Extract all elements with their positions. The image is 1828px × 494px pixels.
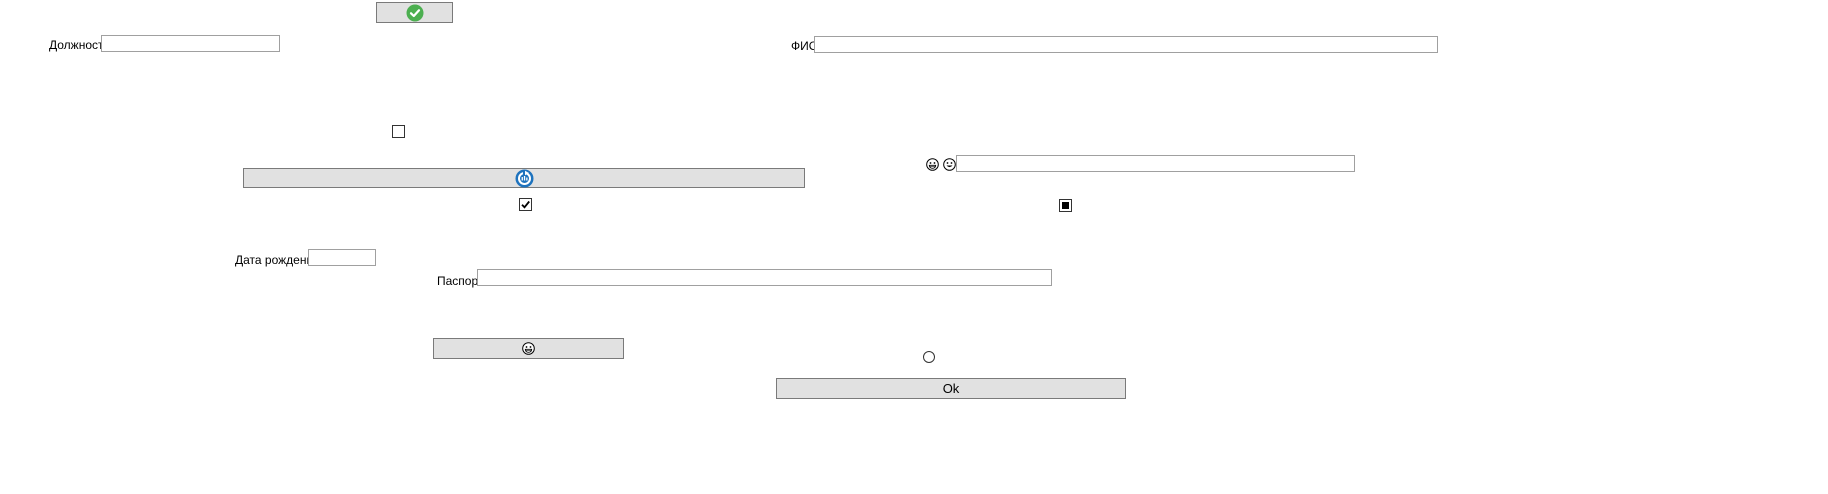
refresh-button[interactable]	[243, 168, 805, 188]
checked-checkbox[interactable]	[519, 198, 532, 211]
emoji-text-input[interactable]	[956, 155, 1355, 172]
ok-button[interactable]: Ok	[776, 378, 1126, 399]
passport-input[interactable]	[477, 269, 1052, 286]
indeterminate-checkbox[interactable]	[1059, 199, 1072, 212]
checkmark-icon	[520, 199, 531, 210]
option-radio[interactable]	[923, 351, 935, 363]
position-input[interactable]	[101, 35, 280, 52]
confirm-icon-button[interactable]	[376, 2, 453, 23]
birthdate-input[interactable]	[308, 249, 376, 266]
smiling-face-icon	[943, 158, 956, 171]
emoji-button[interactable]	[433, 338, 624, 359]
indeterminate-mark-icon	[1062, 202, 1069, 209]
ok-button-label: Ok	[942, 381, 960, 396]
birthdate-label: Дата рождения	[235, 253, 320, 267]
grinning-face-icon	[522, 342, 535, 355]
fio-input[interactable]	[814, 36, 1438, 53]
refresh-icon	[515, 169, 534, 188]
grinning-face-icon	[926, 158, 939, 171]
check-circle-icon	[406, 4, 424, 22]
option-checkbox[interactable]	[392, 125, 405, 138]
